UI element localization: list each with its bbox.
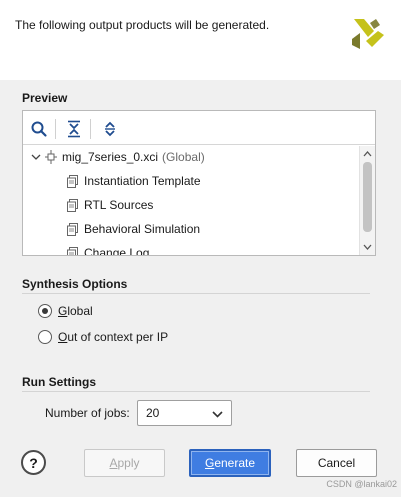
scroll-down-icon[interactable] (360, 241, 375, 253)
tree-item-suffix: (Global) (162, 150, 205, 164)
expand-all-button[interactable] (100, 119, 120, 139)
chevron-down-icon[interactable] (31, 152, 41, 162)
collapse-all-icon (68, 120, 80, 138)
expand-all-icon (105, 121, 115, 137)
section-divider (22, 391, 370, 392)
jobs-label: Number of jobs: (45, 406, 130, 420)
jobs-select-value: 20 (146, 406, 160, 420)
tree-item-rtl-sources[interactable]: RTL Sources (67, 194, 153, 216)
generate-button[interactable]: Generate (189, 449, 271, 477)
preview-panel: mig_7series_0.xci (Global) Instantiation… (22, 110, 376, 256)
cancel-button[interactable]: Cancel (296, 449, 377, 477)
scroll-up-icon[interactable] (360, 148, 375, 160)
preview-title: Preview (22, 91, 68, 105)
radio-global-label: Global (58, 304, 93, 318)
radio-out-of-context[interactable]: Out of context per IP (38, 330, 168, 344)
tree-item-label: Change Log (84, 246, 150, 255)
file-icon (67, 246, 78, 255)
apply-button[interactable]: Apply (84, 449, 165, 477)
generate-label-rest: enerate (214, 456, 256, 470)
toolbar-separator (55, 119, 56, 139)
output-products-tree[interactable]: mig_7series_0.xci (Global) Instantiation… (23, 146, 359, 255)
tree-scrollbar[interactable] (359, 146, 375, 255)
watermark-text: CSDN @lankai02 (326, 479, 397, 489)
tree-item-label: mig_7series_0.xci (62, 150, 159, 164)
section-divider (22, 293, 370, 294)
mnemonic-letter: G (58, 304, 68, 318)
tree-item-instantiation-template[interactable]: Instantiation Template (67, 170, 201, 192)
jobs-label-prefix: Number of (45, 406, 105, 420)
mnemonic-letter: A (109, 456, 118, 470)
preview-toolbar (23, 111, 375, 145)
tree-item-ip[interactable]: mig_7series_0.xci (Global) (31, 146, 205, 168)
scrollbar-thumb[interactable] (363, 162, 372, 232)
tree-item-change-log[interactable]: Change Log (67, 242, 149, 255)
file-icon (67, 174, 78, 188)
search-button[interactable] (29, 119, 49, 139)
tree-item-label: Instantiation Template (84, 174, 201, 188)
ip-chip-icon (45, 150, 57, 164)
radio-global[interactable]: Global (38, 304, 93, 318)
xilinx-logo-icon (352, 19, 384, 49)
tree-item-label: RTL Sources (84, 198, 154, 212)
radio-global-indicator[interactable] (38, 304, 52, 318)
header-banner: The following output products will be ge… (0, 0, 401, 80)
chevron-down-icon (212, 411, 223, 418)
radio-out-of-context-label: Out of context per IP (58, 330, 168, 344)
file-icon (67, 222, 78, 236)
synthesis-options-title: Synthesis Options (22, 277, 128, 291)
mnemonic-letter: G (204, 456, 215, 470)
jobs-select[interactable]: 20 (137, 400, 232, 426)
search-icon (31, 121, 47, 137)
help-button[interactable]: ? (21, 450, 46, 475)
file-icon (67, 198, 78, 212)
run-settings-title: Run Settings (22, 375, 96, 389)
mnemonic-letter: O (58, 330, 68, 344)
radio-out-of-context-indicator[interactable] (38, 330, 52, 344)
radio-label-rest: lobal (67, 304, 93, 318)
tree-item-behavioral-simulation[interactable]: Behavioral Simulation (67, 218, 200, 240)
toolbar-separator (90, 119, 91, 139)
apply-label-rest: pply (117, 456, 140, 470)
tree-item-label: Behavioral Simulation (84, 222, 201, 236)
radio-label-rest: ut of context per IP (67, 330, 169, 344)
collapse-all-button[interactable] (64, 119, 84, 139)
jobs-label-rest: obs: (107, 406, 130, 420)
header-message: The following output products will be ge… (15, 18, 270, 32)
